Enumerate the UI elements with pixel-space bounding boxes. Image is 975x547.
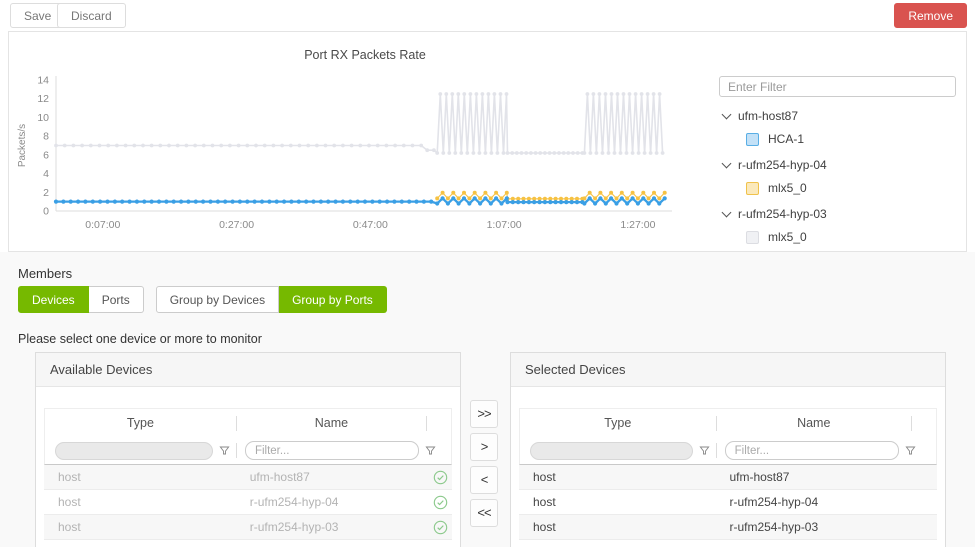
series-tree-panel: ufm-host87 HCA-1 r-ufm254-hyp-04 mlx5_0 … (719, 76, 956, 244)
svg-text:0:27:00: 0:27:00 (219, 219, 254, 231)
selected-check-icon (428, 495, 452, 510)
name-filter-input[interactable] (725, 441, 899, 460)
chart-title: Port RX Packets Rate (9, 48, 721, 62)
device-type-cell: host (519, 520, 715, 534)
tree-group-host-0[interactable]: ufm-host87 (719, 109, 956, 123)
type-filter-input[interactable] (530, 442, 693, 460)
name-column-header[interactable]: Name (237, 416, 426, 430)
move-right-button[interactable]: > (470, 433, 498, 461)
filter-funnel-icon[interactable] (905, 445, 916, 456)
tree-host-label: r-ufm254-hyp-04 (738, 158, 827, 172)
chevron-down-icon[interactable] (722, 110, 732, 120)
tree-port-label: mlx5_0 (768, 181, 807, 195)
monitor-chart-panel: Port RX Packets Rate 024681012140:07:000… (8, 31, 967, 252)
table-row[interactable]: hostr-ufm254-hyp-04 (44, 490, 452, 515)
device-name-cell: r-ufm254-hyp-03 (236, 520, 428, 534)
tree-leaf-port-1[interactable]: mlx5_0 (746, 181, 956, 195)
table-row[interactable]: hostr-ufm254-hyp-04 (519, 490, 937, 515)
available-filter-row (44, 437, 452, 465)
move-all-right-button[interactable]: >> (470, 400, 498, 428)
svg-text:0:47:00: 0:47:00 (353, 219, 388, 231)
tab-devices[interactable]: Devices (18, 286, 89, 313)
device-type-cell: host (519, 495, 715, 509)
tree-filter-input[interactable] (719, 76, 956, 97)
svg-text:4: 4 (43, 168, 49, 180)
tree-leaf-port-0[interactable]: HCA-1 (746, 132, 956, 146)
svg-text:0:07:00: 0:07:00 (85, 219, 120, 231)
series-color-swatch[interactable] (746, 182, 759, 195)
svg-text:8: 8 (43, 131, 49, 143)
svg-text:2: 2 (43, 187, 49, 199)
table-row[interactable]: hostufm-host87 (44, 465, 452, 490)
members-label: Members (18, 266, 72, 281)
selected-filter-row (519, 437, 937, 465)
svg-text:14: 14 (37, 75, 49, 87)
device-type-cell: host (44, 495, 236, 509)
tree-port-label: HCA-1 (768, 132, 804, 146)
filter-funnel-icon[interactable] (699, 445, 710, 456)
filter-funnel-icon[interactable] (425, 445, 436, 456)
available-table-header: Type Name (44, 408, 452, 437)
type-column-header[interactable]: Type (520, 416, 716, 430)
tree-host-label: r-ufm254-hyp-03 (738, 207, 827, 221)
tree-leaf-port-2[interactable]: mlx5_0 (746, 230, 956, 244)
device-name-cell: ufm-host87 (715, 470, 913, 484)
device-name-cell: r-ufm254-hyp-04 (715, 495, 913, 509)
available-devices-panel: Available Devices Type Name (35, 352, 461, 547)
tab-group-by-ports[interactable]: Group by Ports (279, 286, 387, 313)
remove-button[interactable]: Remove (894, 3, 967, 28)
transfer-buttons: >> > < << (470, 400, 498, 532)
selected-devices-panel: Selected Devices Type Name (510, 352, 946, 547)
device-name-cell: ufm-host87 (236, 470, 428, 484)
svg-text:Packets/s: Packets/s (17, 124, 28, 167)
table-row[interactable]: hostr-ufm254-hyp-03 (519, 515, 937, 540)
tab-group-by-devices[interactable]: Group by Devices (156, 286, 279, 313)
tree-host-label: ufm-host87 (738, 109, 798, 123)
select-device-hint: Please select one device or more to moni… (18, 332, 262, 346)
selected-check-icon (428, 520, 452, 535)
svg-text:1:27:00: 1:27:00 (620, 219, 655, 231)
selected-table-header: Type Name (519, 408, 937, 437)
svg-text:10: 10 (37, 112, 49, 124)
tree-port-label: mlx5_0 (768, 230, 807, 244)
port-rx-packets-rate-chart: 0 2 4 6 8 10 12 14 0:07:00 0:27:00 0:47:00 1:07:00 1… (15, 66, 717, 246)
name-filter-input[interactable] (245, 441, 419, 460)
device-name-cell: r-ufm254-hyp-04 (236, 495, 428, 509)
discard-button[interactable]: Discard (57, 3, 126, 28)
svg-text:0: 0 (43, 206, 49, 218)
move-left-button[interactable]: < (470, 466, 498, 494)
move-all-left-button[interactable]: << (470, 499, 498, 527)
type-column-header[interactable]: Type (45, 416, 236, 430)
members-section: Members Devices Ports Group by Devices G… (0, 252, 975, 547)
svg-text:6: 6 (43, 149, 49, 161)
selected-devices-table: hostufm-host87hostr-ufm254-hyp-04hostr-u… (519, 465, 937, 540)
chevron-down-icon[interactable] (722, 208, 732, 218)
available-devices-table: hostufm-host87hostr-ufm254-hyp-04hostr-u… (44, 465, 452, 547)
series-color-swatch[interactable] (746, 231, 759, 244)
selected-devices-title: Selected Devices (511, 353, 945, 387)
device-type-cell: host (519, 470, 715, 484)
name-column-header[interactable]: Name (717, 416, 911, 430)
device-type-cell: host (44, 470, 236, 484)
device-type-cell: host (44, 520, 236, 534)
tree-group-host-1[interactable]: r-ufm254-hyp-04 (719, 158, 956, 172)
tree-group-host-2[interactable]: r-ufm254-hyp-03 (719, 207, 956, 221)
series-color-swatch[interactable] (746, 133, 759, 146)
chevron-down-icon[interactable] (722, 159, 732, 169)
table-row[interactable]: hostufm-host87 (519, 465, 937, 490)
available-devices-title: Available Devices (36, 353, 460, 387)
table-row[interactable]: hostr-ufm254-hyp-03 (44, 515, 452, 540)
svg-text:12: 12 (37, 93, 49, 105)
tab-ports[interactable]: Ports (89, 286, 144, 313)
type-filter-input[interactable] (55, 442, 213, 460)
table-row[interactable]: switchsw-hpc62 (44, 540, 452, 547)
device-name-cell: r-ufm254-hyp-03 (715, 520, 913, 534)
selected-check-icon (428, 470, 452, 485)
filter-funnel-icon[interactable] (219, 445, 230, 456)
svg-text:1:07:00: 1:07:00 (487, 219, 522, 231)
member-mode-buttons: Devices Ports Group by Devices Group by … (18, 286, 387, 313)
